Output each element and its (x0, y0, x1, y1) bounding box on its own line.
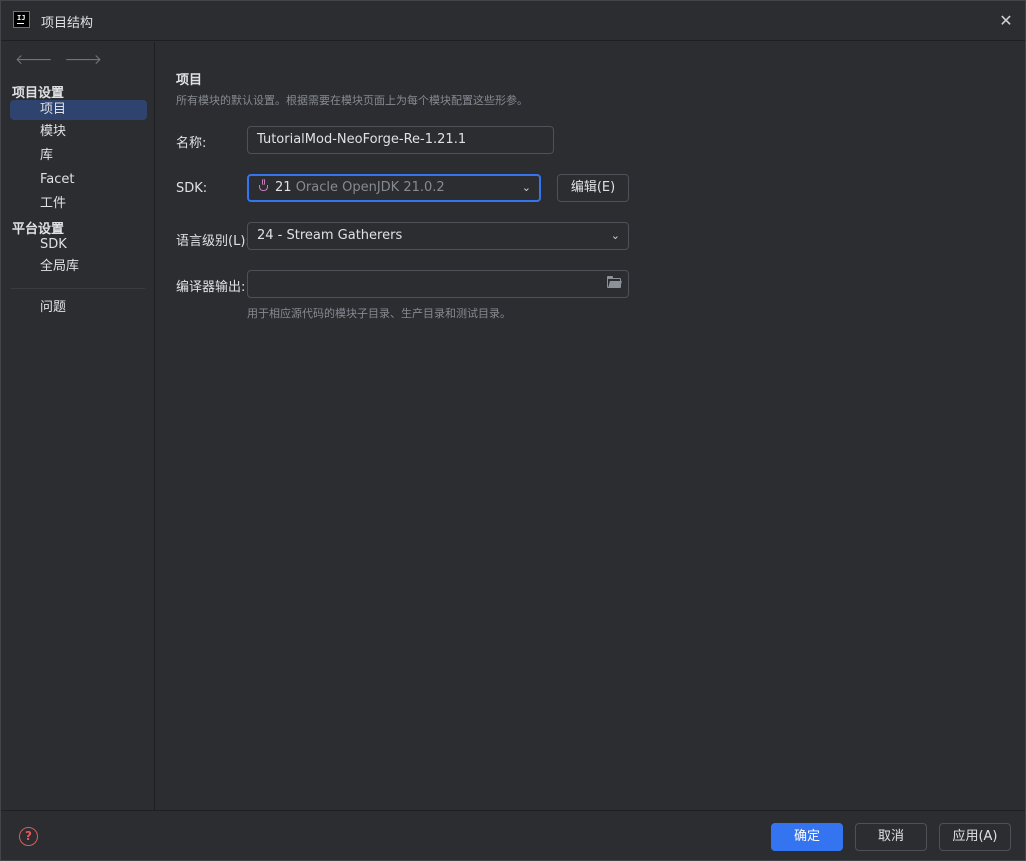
compiler-output-field[interactable] (247, 270, 629, 298)
sidebar-item-libraries[interactable]: 库 (10, 146, 147, 166)
cancel-button[interactable]: 取消 (855, 823, 927, 851)
nav-arrows: 🡐 🡒 (15, 51, 102, 68)
edit-sdk-button[interactable]: 编辑(E) (557, 174, 629, 202)
sidebar-item-artifacts[interactable]: 工件 (10, 194, 147, 214)
sidebar-item-project[interactable]: 项目 (10, 100, 147, 120)
dialog-footer: ? 确定 取消 应用(A) (1, 810, 1025, 860)
language-level-value: 24 - Stream Gatherers (257, 228, 403, 243)
title-bar: IJ 项目结构 ✕ (1, 1, 1025, 41)
sidebar: 🡐 🡒 项目设置 项目 模块 库 Facet 工件 平台设置 SDK 全局库 问… (1, 42, 155, 810)
forward-arrow-icon[interactable]: 🡒 (65, 51, 103, 68)
project-settings-panel: 项目 所有模块的默认设置。根据需要在模块页面上为每个模块配置这些形参。 名称: … (156, 42, 1025, 810)
sidebar-item-sdks[interactable]: SDK (10, 235, 147, 255)
name-label: 名称: (176, 136, 207, 151)
page-title: 项目 (176, 73, 203, 88)
chevron-down-icon: ⌄ (610, 229, 620, 242)
language-level-dropdown[interactable]: 24 - Stream Gatherers ⌄ (247, 222, 629, 250)
page-description: 所有模块的默认设置。根据需要在模块页面上为每个模块配置这些形参。 (176, 94, 528, 107)
section-project-settings: 项目设置 (12, 86, 65, 101)
sdk-name: Oracle OpenJDK 21.0.2 (295, 180, 445, 195)
sidebar-item-problems[interactable]: 问题 (10, 298, 147, 318)
chevron-down-icon: ⌄ (521, 181, 531, 194)
project-structure-dialog: IJ 项目结构 ✕ 🡐 🡒 项目设置 项目 模块 库 Facet 工件 平台设置… (0, 0, 1026, 861)
project-name-field[interactable]: TutorialMod-NeoForge-Re-1.21.1 (247, 126, 554, 154)
sdk-label: SDK: (176, 181, 208, 196)
sdk-version: 21 (275, 180, 292, 195)
folder-icon[interactable] (607, 276, 622, 288)
back-arrow-icon[interactable]: 🡐 (15, 51, 53, 68)
sidebar-item-facets[interactable]: Facet (10, 170, 147, 190)
compiler-output-label: 编译器输出: (176, 280, 246, 295)
intellij-logo-icon: IJ (13, 11, 30, 28)
apply-button[interactable]: 应用(A) (939, 823, 1011, 851)
sidebar-divider (11, 288, 145, 289)
window-title: 项目结构 (41, 16, 94, 31)
sidebar-item-modules[interactable]: 模块 (10, 122, 147, 142)
java-cup-icon (257, 179, 271, 193)
ok-button[interactable]: 确定 (771, 823, 843, 851)
sdk-dropdown[interactable]: 21 Oracle OpenJDK 21.0.2 ⌄ (247, 174, 541, 202)
compiler-output-hint: 用于相应源代码的模块子目录、生产目录和测试目录。 (247, 307, 511, 320)
close-icon[interactable]: ✕ (993, 8, 1019, 34)
sidebar-item-global-libraries[interactable]: 全局库 (10, 257, 147, 277)
language-level-label: 语言级别(L): (176, 234, 250, 249)
help-icon[interactable]: ? (19, 827, 38, 846)
